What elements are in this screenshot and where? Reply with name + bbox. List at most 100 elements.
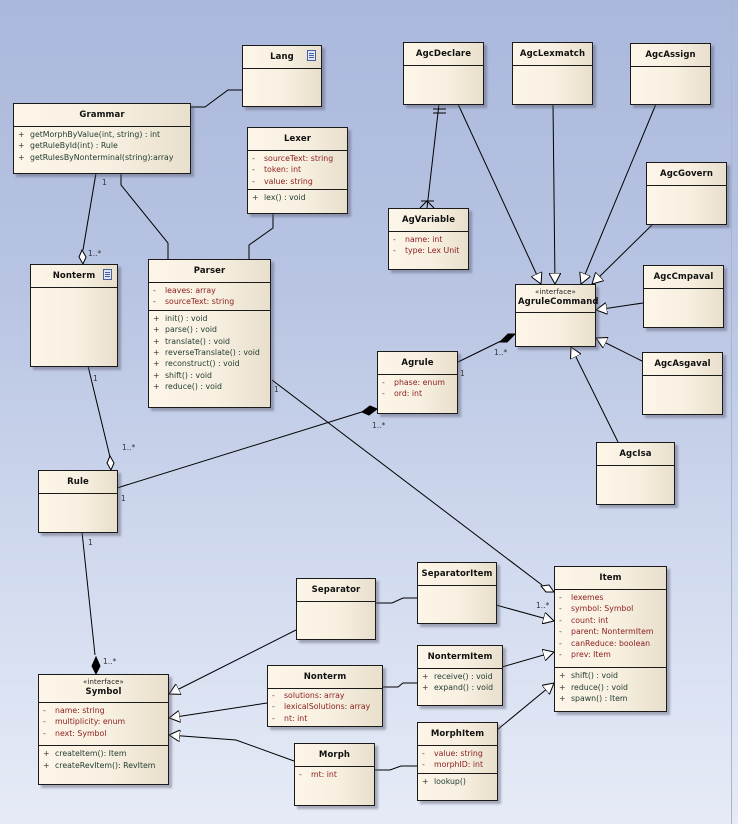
class-separator[interactable]: Separator [296, 578, 376, 640]
class-name: Item [599, 573, 622, 583]
class-name: AgruleCommand [518, 297, 599, 307]
operations-compartment: + init() : void + parse() : void + translat… [149, 309, 270, 395]
class-agcisa[interactable]: AgcIsa [596, 442, 675, 505]
class-header: Grammar [14, 104, 190, 127]
operations-compartment: + createItem(): Item + createRevItem(): Re… [39, 745, 168, 773]
class-header: Agrule [378, 352, 457, 375]
class-name: AgcAsgaval [654, 359, 711, 369]
attribute: - lexemes [559, 593, 604, 602]
operation: + createItem(): Item [43, 749, 127, 759]
class-agcdeclare[interactable]: AgcDeclare [403, 42, 484, 105]
class-name: Nonterm [303, 672, 347, 682]
class-header: AgcAsgaval [643, 353, 722, 376]
class-name: AgcLexmatch [519, 49, 586, 59]
multiplicity-label: 1 [102, 178, 107, 187]
operations-compartment: + receive() : void + expand() : void [418, 669, 502, 696]
edge-morphitem-item [496, 683, 554, 731]
attribute: - sourceText: string [153, 297, 235, 307]
operation: + reverseTranslate() : void [153, 348, 260, 358]
class-agrulecommand[interactable]: «interface» AgruleCommand [515, 284, 599, 347]
class-lexer[interactable]: Lexer - sourceText: string - token: int -v… [247, 127, 348, 214]
class-header: AgcGovern [647, 163, 726, 186]
multiplicity-label: 1 [274, 385, 279, 394]
class-item[interactable]: Item - lexemes - symbol: Symbol - count: in… [554, 566, 667, 712]
attributes-compartment: - mt: int [295, 767, 374, 782]
attribute: - symbol: Symbol [559, 604, 634, 614]
class-name: Lexer [283, 134, 312, 144]
class-name: AgcCmpaval [653, 272, 714, 282]
composition-diamond [91, 655, 101, 676]
class-name: Parser [193, 266, 226, 276]
operations-compartment: + shift() : void + reduce() : void + spawn(… [555, 667, 666, 706]
attribute: - leaves: array [153, 286, 216, 295]
class-parser[interactable]: Parser - leaves: array - sourceText: strin… [148, 259, 271, 408]
attributes-compartment: - leaves: array - sourceText: string [149, 283, 270, 310]
class-grammar[interactable]: Grammar + getMorphByValue(int, string) : … [13, 103, 191, 174]
class-header: Nonterm [31, 265, 117, 288]
class-name: MorphItem [430, 729, 485, 739]
class-name: SeparatorItem [421, 569, 493, 579]
class-header: SeparatorItem [418, 563, 496, 586]
class-header: AgcIsa [597, 443, 674, 466]
multiplicity-label: 1 [88, 538, 93, 547]
class-nontermitem[interactable]: NontermItem + receive() : void + expand() … [417, 645, 503, 706]
class-agclexmatch[interactable]: AgcLexmatch [512, 42, 593, 105]
edge-grammar-nonterm [82, 172, 97, 251]
aggregation-diamond [78, 248, 87, 266]
edge-agclexmatch-agrulecommand [553, 103, 555, 284]
class-morph[interactable]: Morph - mt: int [294, 743, 375, 806]
class-symbol[interactable]: «interface» Symbol - name: string - multip… [38, 674, 169, 785]
class-separatoritem[interactable]: SeparatorItem [417, 562, 497, 624]
operation: + reduce() : void [153, 382, 222, 392]
class-agcasgaval[interactable]: AgcAsgaval [642, 352, 723, 415]
composition-diamond [361, 405, 378, 416]
operation: + lex() : void [252, 193, 306, 203]
edge-nonterm-symbol [169, 702, 268, 718]
class-name: AgVariable [401, 215, 456, 225]
edge-agcdeclare-agrulecommand [457, 103, 541, 284]
class-header: Morph [295, 744, 374, 767]
edge-agcisa-agrulecommand [571, 347, 619, 443]
class-header: «interface» Symbol [39, 675, 168, 703]
operations-compartment: + lookup() [418, 772, 497, 789]
edge-nonterm-nontermitem [382, 682, 417, 688]
multiplicity-label: 1..* [122, 443, 136, 452]
class-lang[interactable]: Lang [242, 45, 322, 107]
class-nonterm-symbol[interactable]: Nonterm - solutions: array - lexicalSoluti… [267, 665, 383, 727]
class-agrule[interactable]: Agrule - phase: enum - ord: int [377, 351, 458, 414]
edge-nonterm-rule [87, 365, 111, 458]
attributes-compartment: - name: int - type: Lex Unit [389, 232, 468, 259]
operation: + getRulesByNonterminal(string):array [18, 152, 174, 162]
stereotype-label: «interface» [83, 678, 124, 686]
class-agvariable[interactable]: AgVariable - name: int - type: Lex Unit [388, 208, 469, 270]
class-name: Symbol [85, 687, 122, 697]
stereotype-label: «interface» [535, 288, 576, 296]
class-agccmpaval[interactable]: AgcCmpaval [643, 265, 724, 328]
operations-compartment: + lex() : void [248, 189, 347, 205]
attribute: - type: Lex Unit [393, 246, 460, 256]
attributes-compartment: - lexemes - symbol: Symbol - count: int - pa… [555, 590, 666, 667]
edge-lexer-parser [248, 213, 274, 259]
class-header: Lexer [248, 128, 347, 151]
class-nonterm[interactable]: Nonterm [30, 264, 118, 367]
multiplicity-label: 1..* [88, 249, 102, 258]
class-agcgovern[interactable]: AgcGovern [646, 162, 727, 225]
class-agcassign[interactable]: AgcAssign [630, 43, 711, 105]
operation: + lookup() [422, 776, 466, 786]
attribute: - value: string [422, 749, 483, 758]
edge-agcassign-agrulecommand [581, 103, 657, 284]
attribute: - lexicalSolutions: array [272, 702, 371, 712]
edge-nontermitem-item [501, 652, 554, 668]
attribute: - count: int [559, 615, 609, 625]
class-morphitem[interactable]: MorphItem - value: string - morphID: int +… [417, 722, 498, 801]
class-rule[interactable]: Rule [38, 470, 118, 533]
class-header: AgcDeclare [404, 43, 483, 66]
attributes-compartment: - sourceText: string - token: int - value: … [248, 151, 347, 189]
operation: + getMorphByValue(int, string) : int [18, 130, 161, 139]
operation: + translate() : void [153, 336, 231, 346]
operation: + shift() : void [559, 671, 619, 681]
operation: + expand() : void [422, 683, 494, 693]
edge-grammar-parser [120, 173, 169, 259]
edge-agcdeclare-agvariable [426, 103, 440, 209]
class-name: AgcDeclare [415, 49, 472, 59]
